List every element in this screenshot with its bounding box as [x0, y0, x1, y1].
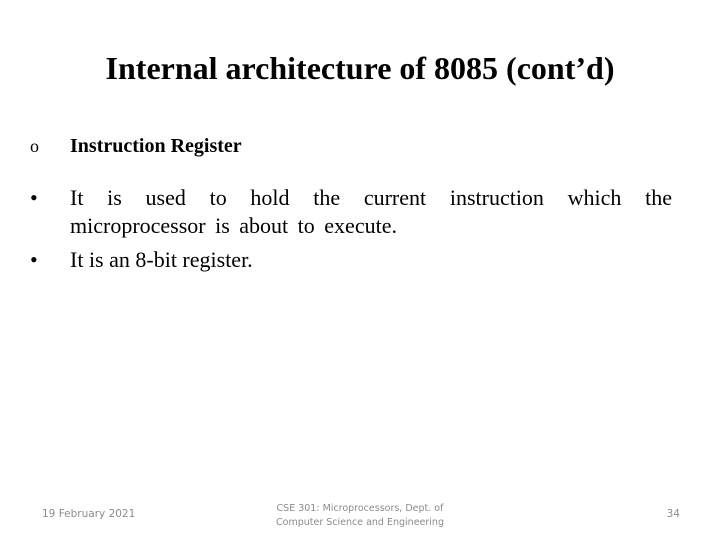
footer-course-line-1: CSE 301: Microprocessors, Dept. of: [276, 503, 444, 514]
hollow-circle-bullet-icon: o: [30, 136, 39, 156]
bullet-item: • It is an 8-bit register.: [30, 246, 672, 274]
bullet-dot-icon: •: [30, 247, 38, 272]
bullet-dot-icon: •: [30, 185, 38, 210]
slide: Internal architecture of 8085 (cont’d) o…: [0, 0, 720, 540]
bullet-text: It is used to hold the current instructi…: [70, 185, 672, 238]
slide-title: Internal architecture of 8085 (cont’d): [105, 50, 615, 86]
subheading-label: Instruction Register: [70, 135, 242, 157]
footer-course-info: CSE 301: Microprocessors, Dept. of Compu…: [240, 502, 480, 530]
bullet-text: It is an 8-bit register.: [70, 247, 253, 272]
subheading: o Instruction Register: [30, 132, 242, 160]
footer-date: 19 February 2021: [42, 508, 136, 520]
footer-course-line-2: Computer Science and Engineering: [276, 517, 444, 528]
bullet-list: • It is used to hold the current instruc…: [30, 184, 672, 280]
bullet-item: • It is used to hold the current instruc…: [30, 184, 672, 240]
footer-page-number: 34: [666, 508, 680, 520]
